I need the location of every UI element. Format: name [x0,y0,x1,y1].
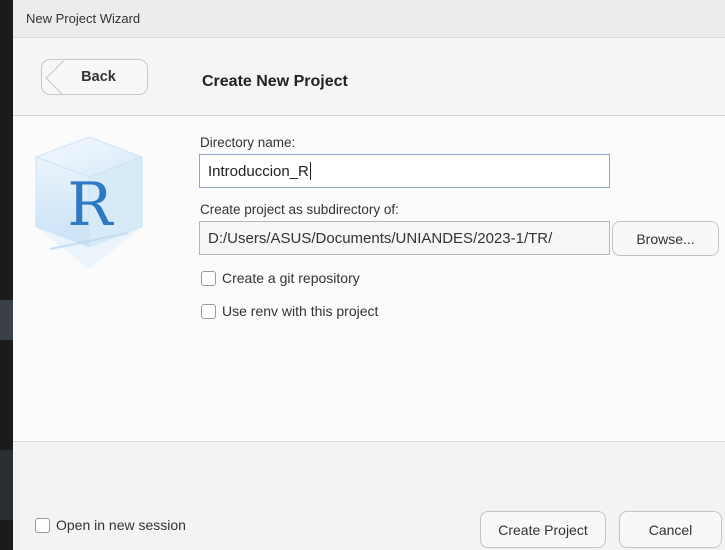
wizard-footer: Open in new session Create Project Cance… [13,443,725,550]
subdirectory-path-field[interactable]: D:/Users/ASUS/Documents/UNIANDES/2023-1/… [199,221,610,255]
cancel-button[interactable]: Cancel [619,511,722,548]
title-bar: New Project Wizard [13,0,725,38]
directory-name-value: Introduccion_R [208,162,309,180]
git-repo-checkbox[interactable] [201,270,216,286]
text-caret [309,162,311,180]
background-strip-segment [0,300,13,340]
window-title: New Project Wizard [26,11,141,26]
subdirectory-path-value: D:/Users/ASUS/Documents/UNIANDES/2023-1/… [208,229,553,247]
subdirectory-label: Create project as subdirectory of: [200,202,399,217]
back-button-label: Back [81,69,116,85]
renv-checkbox[interactable] [201,303,216,319]
git-repo-option[interactable]: Create a git repository [201,270,360,286]
git-repo-label: Create a git repository [222,270,360,286]
open-new-session-option[interactable]: Open in new session [35,517,186,533]
new-project-dialog: New Project Wizard Back Create New Proje… [13,0,725,550]
page-title: Create New Project [202,73,348,90]
browse-button[interactable]: Browse... [612,221,719,256]
background-window-edge [0,0,13,550]
background-strip-segment [0,450,13,520]
renv-label: Use renv with this project [222,303,379,319]
wizard-header: Back Create New Project [13,38,725,116]
create-project-button[interactable]: Create Project [480,511,606,548]
directory-name-input[interactable]: Introduccion_R [199,154,610,188]
back-button[interactable]: Back [41,59,148,95]
renv-option[interactable]: Use renv with this project [201,303,378,319]
wizard-body: R Directory name: Introduccion_R Create … [13,117,725,442]
r-logo-letter: R [67,170,114,240]
directory-name-label: Directory name: [200,135,296,150]
open-new-session-label: Open in new session [56,517,186,533]
open-new-session-checkbox[interactable] [35,517,50,533]
r-logo-icon: R [34,136,144,269]
